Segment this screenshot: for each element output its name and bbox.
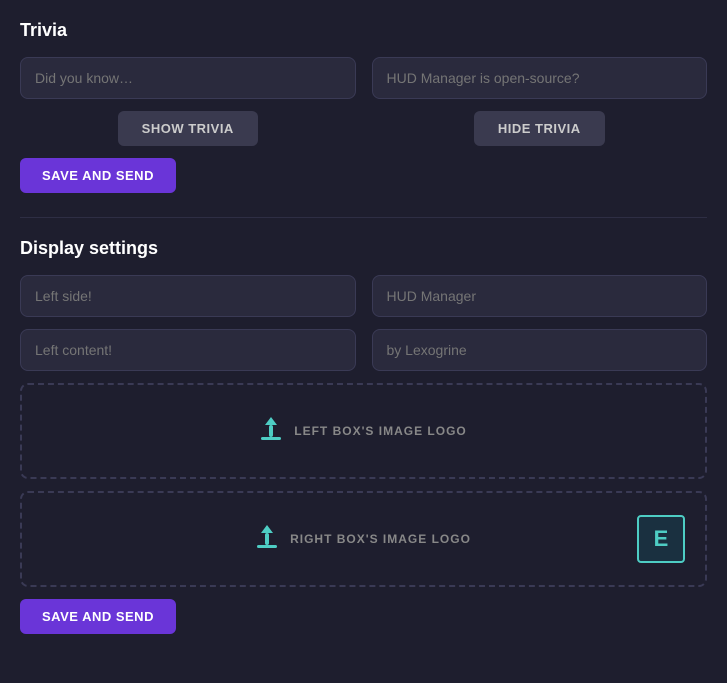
trivia-section: Trivia SHOW TRIVIA HIDE TRIVIA SAVE AND … bbox=[20, 20, 707, 193]
display-settings-section: Display settings LEFT BOX'S IMAGE LOGO bbox=[20, 238, 707, 634]
show-trivia-button[interactable]: SHOW TRIVIA bbox=[118, 111, 258, 146]
show-trivia-wrapper: SHOW TRIVIA bbox=[20, 111, 356, 146]
right-logo-label: RIGHT BOX'S IMAGE LOGO bbox=[290, 532, 471, 546]
hide-trivia-button[interactable]: HIDE TRIVIA bbox=[474, 111, 605, 146]
display-settings-row-2 bbox=[20, 329, 707, 371]
trivia-inputs-row bbox=[20, 57, 707, 99]
display-settings-save-send-button[interactable]: SAVE AND SEND bbox=[20, 599, 176, 634]
display-settings-title: Display settings bbox=[20, 238, 707, 259]
trivia-input-left[interactable] bbox=[20, 57, 356, 99]
right-upload-icon bbox=[256, 523, 278, 555]
left-content-input[interactable] bbox=[20, 329, 356, 371]
hide-trivia-wrapper: HIDE TRIVIA bbox=[372, 111, 708, 146]
section-divider-1 bbox=[20, 217, 707, 218]
display-settings-save-row: SAVE AND SEND bbox=[20, 599, 707, 634]
trivia-input-right[interactable] bbox=[372, 57, 708, 99]
left-side-input[interactable] bbox=[20, 275, 356, 317]
trivia-title: Trivia bbox=[20, 20, 707, 41]
trivia-buttons-row: SHOW TRIVIA HIDE TRIVIA bbox=[20, 111, 707, 146]
left-logo-drop-zone[interactable]: LEFT BOX'S IMAGE LOGO bbox=[20, 383, 707, 479]
hud-manager-input[interactable] bbox=[372, 275, 708, 317]
trivia-save-send-button[interactable]: SAVE AND SEND bbox=[20, 158, 176, 193]
by-lexogrine-input[interactable] bbox=[372, 329, 708, 371]
right-logo-drop-zone[interactable]: RIGHT BOX'S IMAGE LOGO E bbox=[20, 491, 707, 587]
display-settings-row-1 bbox=[20, 275, 707, 317]
trivia-save-row: SAVE AND SEND bbox=[20, 158, 707, 193]
left-upload-icon bbox=[260, 415, 282, 447]
logo-thumbnail: E bbox=[637, 515, 685, 563]
left-logo-label: LEFT BOX'S IMAGE LOGO bbox=[294, 424, 467, 438]
